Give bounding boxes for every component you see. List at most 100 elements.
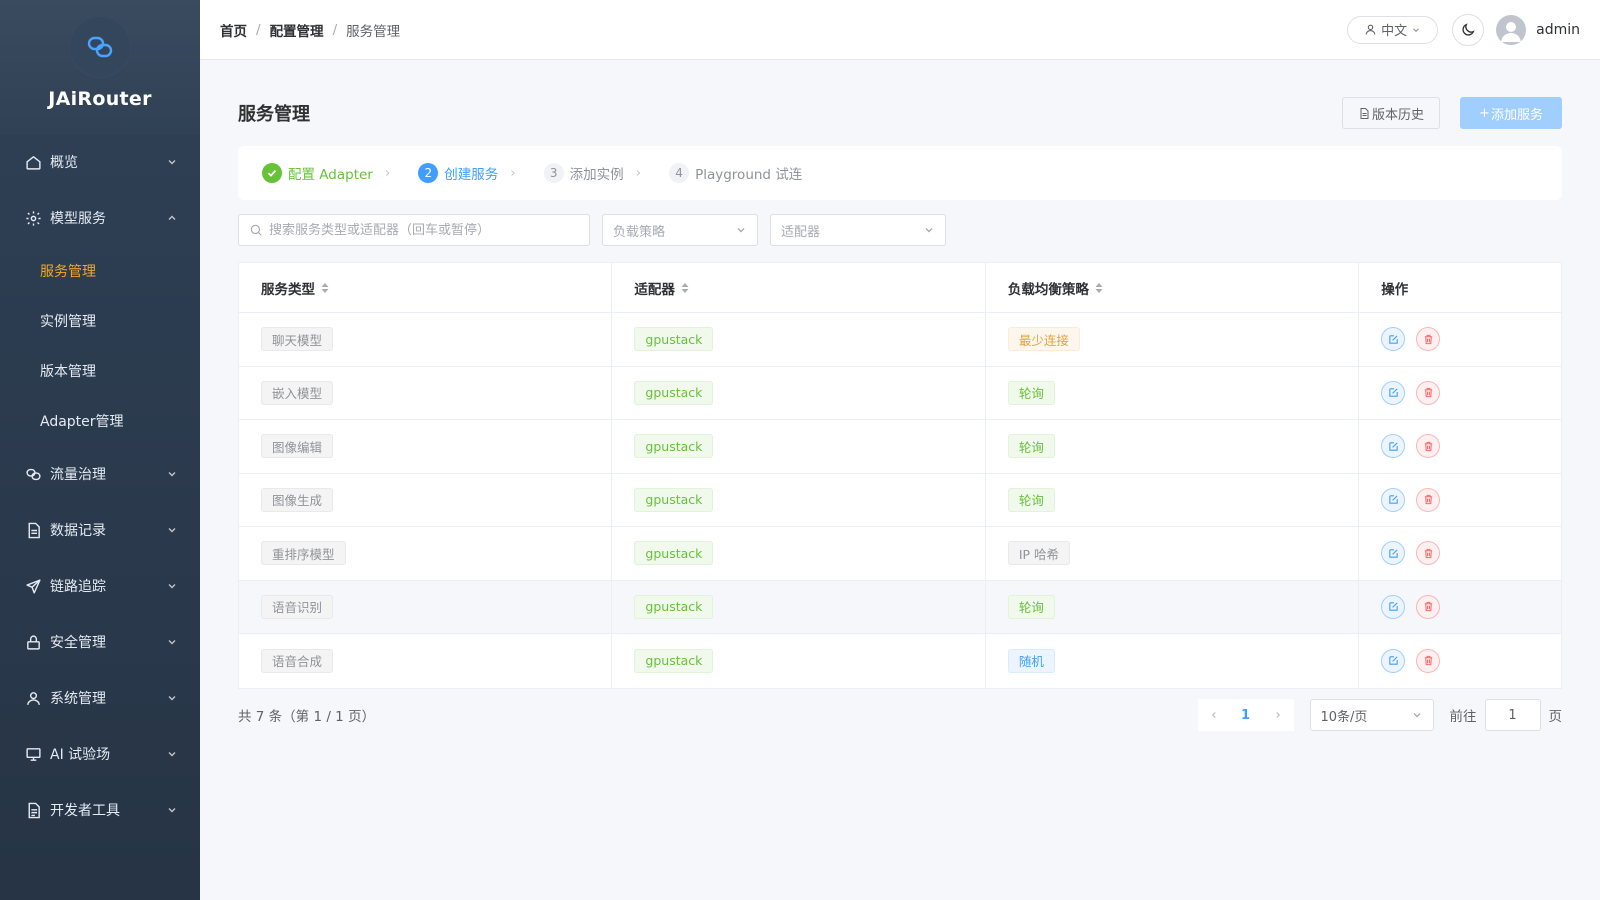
step-create-service[interactable]: 2 创建服务 › <box>418 163 516 183</box>
edit-button[interactable] <box>1381 541 1406 566</box>
adapter-tag: gpustack <box>634 380 714 405</box>
step-number: 2 <box>418 163 439 183</box>
search-input[interactable] <box>269 222 579 238</box>
page-size-value: 10条/页 <box>1320 709 1368 725</box>
edit-button[interactable] <box>1381 487 1406 512</box>
strategy-tag: 轮询 <box>1007 434 1055 459</box>
delete-button[interactable] <box>1416 327 1441 352</box>
delete-button[interactable] <box>1416 487 1441 512</box>
sidebar-item-dev-tools[interactable]: 开发者工具 <box>0 782 200 838</box>
edit-button[interactable] <box>1381 434 1406 459</box>
sidebar-item-model-service[interactable]: 模型服务 <box>0 190 200 246</box>
strategy-tag: 轮询 <box>1007 594 1055 619</box>
edit-button[interactable] <box>1381 594 1406 619</box>
table-row: 语音识别 gpustack 轮询 <box>239 580 1561 634</box>
delete-button[interactable] <box>1416 380 1441 405</box>
delete-button[interactable] <box>1416 541 1441 566</box>
edit-button[interactable] <box>1381 380 1406 405</box>
sidebar-item-label: 模型服务 <box>50 211 106 227</box>
sidebar-subitem-instance-management[interactable]: 实例管理 <box>0 296 200 346</box>
language-select[interactable]: 中文 <box>1347 15 1439 44</box>
page-title: 服务管理 <box>238 104 310 125</box>
step-add-instance[interactable]: 3 添加实例 › <box>543 163 641 183</box>
cell-adapter: gpustack <box>612 634 986 688</box>
page-header: 服务管理 版本历史 + 添加服务 <box>238 96 1562 130</box>
edit-button[interactable] <box>1381 327 1406 352</box>
lock-icon <box>24 633 42 651</box>
edit-icon <box>1389 549 1398 558</box>
language-label: 中文 <box>1381 24 1408 39</box>
strategy-tag: IP 哈希 <box>1007 541 1071 566</box>
sidebar-item-label: 数据记录 <box>50 523 106 539</box>
link-logo-icon[interactable] <box>69 16 131 78</box>
username[interactable]: admin <box>1536 22 1580 38</box>
sort-icon[interactable] <box>1095 282 1103 294</box>
cell-actions <box>1359 634 1561 688</box>
goto-suffix: 页 <box>1548 709 1563 725</box>
service-type-tag: 语音识别 <box>261 594 334 619</box>
sidebar-item-security[interactable]: 安全管理 <box>0 614 200 670</box>
sidebar-subitem-version-management[interactable]: 版本管理 <box>0 346 200 396</box>
prev-page-button[interactable] <box>1198 699 1230 731</box>
step-configure-adapter[interactable]: 配置 Adapter › <box>262 163 390 183</box>
strategy-select[interactable]: 负载策略 <box>602 214 758 246</box>
cell-service-type: 嵌入模型 <box>239 366 613 419</box>
column-header-adapter[interactable]: 适配器 <box>612 263 986 312</box>
sidebar-item-tracing[interactable]: 链路追踪 <box>0 558 200 614</box>
adapter-tag: gpustack <box>634 594 714 619</box>
adapter-tag: gpustack <box>634 434 714 459</box>
step-playground-test[interactable]: 4 Playground 试连 <box>669 163 802 183</box>
chevron-down-icon <box>168 808 176 813</box>
cell-adapter: gpustack <box>612 313 986 366</box>
delete-button[interactable] <box>1416 594 1441 619</box>
sidebar-item-traffic[interactable]: 流量治理 <box>0 446 200 502</box>
cell-strategy: 轮询 <box>986 473 1360 526</box>
send-icon <box>24 577 42 595</box>
version-history-button[interactable]: 版本历史 <box>1341 97 1440 129</box>
trash-icon <box>1424 441 1432 451</box>
table-row: 语音合成 gpustack 随机 <box>239 634 1561 688</box>
sort-icon[interactable] <box>681 282 689 294</box>
table-row: 重排序模型 gpustack IP 哈希 <box>239 527 1561 581</box>
cell-actions <box>1359 313 1561 366</box>
adapter-select-placeholder: 适配器 <box>781 224 821 240</box>
page-size-select[interactable]: 10条/页 <box>1309 699 1434 731</box>
sidebar-item-ai-playground[interactable]: AI 试验场 <box>0 726 200 782</box>
breadcrumb: 首页 / 配置管理 / 服务管理 <box>220 20 400 40</box>
next-page-button[interactable] <box>1262 699 1294 731</box>
trash-icon <box>1424 656 1432 666</box>
sidebar-item-label: 流量治理 <box>50 467 106 483</box>
sidebar-item-data-records[interactable]: 数据记录 <box>0 502 200 558</box>
person-icon <box>1365 24 1376 35</box>
avatar[interactable] <box>1496 14 1527 45</box>
edit-icon <box>1389 495 1398 504</box>
column-header-strategy[interactable]: 负载均衡策略 <box>986 263 1360 312</box>
breadcrumb-home[interactable]: 首页 <box>220 20 247 40</box>
goto-page-input[interactable] <box>1484 699 1541 731</box>
sidebar-item-system[interactable]: 系统管理 <box>0 670 200 726</box>
sidebar-subitem-service-management[interactable]: 服务管理 <box>0 246 200 296</box>
goto-page: 前往 页 <box>1450 699 1563 731</box>
add-service-button[interactable]: + 添加服务 <box>1460 97 1562 129</box>
chevron-down-icon <box>168 696 176 701</box>
step-number: 3 <box>543 163 564 183</box>
page-number-button[interactable]: 1 <box>1230 699 1262 731</box>
edit-icon <box>1389 656 1398 665</box>
sort-icon[interactable] <box>321 282 329 294</box>
sidebar-item-overview[interactable]: 概览 <box>0 134 200 190</box>
sidebar-subitem-adapter-management[interactable]: Adapter管理 <box>0 396 200 446</box>
trash-icon <box>1424 602 1432 612</box>
column-header-actions: 操作 <box>1359 263 1561 312</box>
filter-bar: 负载策略 适配器 <box>238 214 946 246</box>
version-history-label: 版本历史 <box>1371 107 1424 123</box>
delete-button[interactable] <box>1416 434 1441 459</box>
sidebar-menu: 概览 模型服务 服务管理 实例管理 版本管理 Adapter管理 流量治理 数据… <box>0 134 200 838</box>
adapter-select[interactable]: 适配器 <box>770 214 946 246</box>
delete-button[interactable] <box>1416 648 1441 673</box>
cell-service-type: 图像编辑 <box>239 420 613 473</box>
cell-actions <box>1359 367 1561 420</box>
breadcrumb-config[interactable]: 配置管理 <box>270 20 324 40</box>
edit-button[interactable] <box>1381 648 1406 673</box>
theme-toggle-button[interactable] <box>1452 13 1485 46</box>
column-header-service-type[interactable]: 服务类型 <box>239 263 613 312</box>
